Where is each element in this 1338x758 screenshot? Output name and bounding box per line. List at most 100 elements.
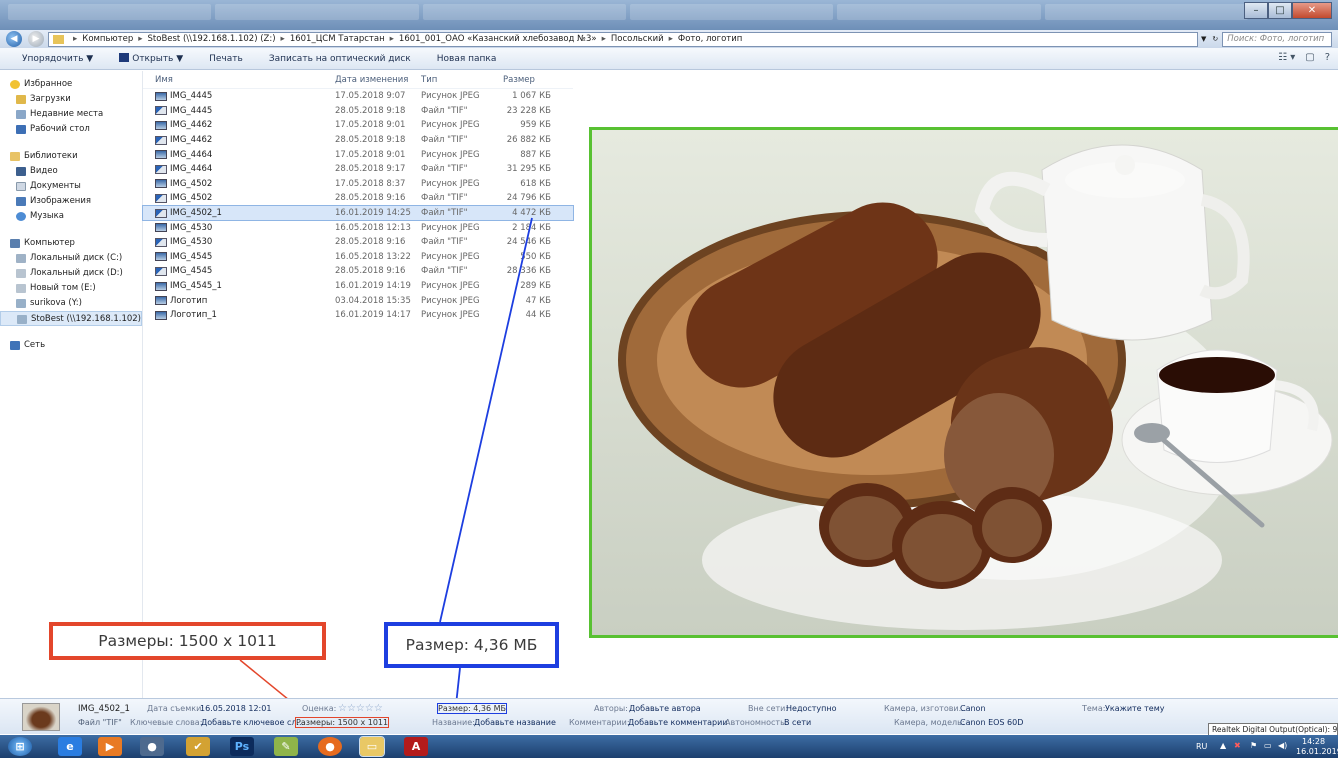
media-player-icon[interactable]: ▶ [98,737,122,756]
breadcrumb-item[interactable]: Компьютер [82,34,133,44]
address-bar[interactable]: ▸ Компьютер ▸ StoBest (\\192.168.1.102) … [48,31,1198,47]
file-row[interactable]: IMG_4545_1 16.01.2019 14:19 Рисунок JPEG 28… [143,279,573,294]
photoshop-icon [119,53,130,62]
preview-pane-icon[interactable]: ▢ [1305,52,1314,63]
antivirus-icon[interactable]: ✖ [1234,741,1241,750]
browser-tab[interactable] [422,4,626,20]
column-header-size[interactable]: Размер [495,75,555,85]
file-row[interactable]: IMG_4502 28.05.2018 9:16 Файл "TIF" 24 796 … [143,191,573,206]
nav-images[interactable]: Изображения [0,194,142,209]
file-size: 2 184 КБ [512,222,551,233]
tray-arrow-icon[interactable]: ▲ [1220,741,1226,750]
file-name-cell: IMG_4445 [143,106,335,116]
maximize-button[interactable]: □ [1268,2,1292,19]
drawing-app-icon[interactable]: ✎ [274,737,298,756]
language-indicator[interactable]: RU [1196,742,1207,751]
refresh-icon[interactable]: ↻ [1212,35,1218,43]
breadcrumb-item[interactable]: StoBest (\\192.168.1.102) (Z:) [148,34,276,44]
organize-button[interactable]: Упорядочить ▼ [22,54,93,64]
nav-network[interactable]: Сеть [0,338,142,353]
nav-label: Загрузки [30,94,71,104]
nav-disk-d[interactable]: Локальный диск (D:) [0,266,142,281]
nav-desktop[interactable]: Рабочий стол [0,122,142,137]
file-name: IMG_4464 [170,149,213,160]
breadcrumb-item[interactable]: 1601_ЦСМ Татарстан [290,34,385,44]
clock-time[interactable]: 14:28 [1302,737,1325,746]
nav-disk-z[interactable]: StoBest (\\192.168.1.102) (Z:) [0,311,142,326]
network-status-icon[interactable]: ▭ [1264,741,1272,750]
breadcrumb-item[interactable]: Фото, логотип [678,34,742,44]
burn-disc-button[interactable]: Записать на оптический диск [269,54,411,64]
photoshop-icon[interactable]: Ps [230,737,254,756]
subject-value[interactable]: Укажите тему [1105,704,1165,713]
rating-stars[interactable]: ☆☆☆☆☆ [338,703,383,714]
file-row[interactable]: IMG_4502 17.05.2018 8:37 Рисунок JPEG 618 К… [143,177,573,192]
tools-icon[interactable]: ✔ [186,737,210,756]
browser-tab[interactable] [837,4,1041,20]
breadcrumb-separator: ▸ [280,34,285,44]
open-button[interactable]: Открыть ▼ [119,53,183,64]
file-row[interactable]: IMG_4445 17.05.2018 9:07 Рисунок JPEG 1 067… [143,89,573,104]
close-button[interactable]: ✕ [1292,2,1332,19]
file-date: 03.04.2018 15:35 [335,295,411,306]
nav-video[interactable]: Видео [0,164,142,179]
file-row[interactable]: IMG_4462 17.05.2018 9:01 Рисунок JPEG 959 К… [143,118,573,133]
nav-computer[interactable]: Компьютер [0,236,142,251]
volume-icon[interactable]: ◀) [1278,741,1287,750]
nav-disk-e[interactable]: Новый том (E:) [0,281,142,296]
title-value[interactable]: Добавьте название [474,718,556,727]
back-arrow-icon[interactable]: ◀ [6,31,22,47]
browser-tab[interactable] [215,4,419,20]
firefox-icon[interactable]: ● [318,737,342,756]
help-icon[interactable]: ? [1325,52,1330,63]
chevron-down-icon[interactable]: ▼ [1201,35,1206,43]
new-folder-button[interactable]: Новая папка [437,54,497,64]
authors-value[interactable]: Добавьте автора [629,704,701,713]
file-row[interactable]: IMG_4464 17.05.2018 9:01 Рисунок JPEG 887 К… [143,147,573,162]
browser-tab[interactable] [8,4,212,20]
print-button[interactable]: Печать [209,54,243,64]
nav-libraries[interactable]: Библиотеки [0,149,142,164]
keywords-value[interactable]: Добавьте ключевое сл... [201,718,304,727]
column-header-type[interactable]: Тип [421,75,495,85]
breadcrumb-item[interactable]: Посольский [611,34,664,44]
file-name: IMG_4530 [170,222,213,233]
nav-music[interactable]: Музыка [0,209,142,224]
file-date: 16.01.2019 14:25 [335,208,411,219]
flag-icon[interactable]: ⚑ [1250,741,1257,750]
comments-value[interactable]: Добавьте комментарии [628,718,728,727]
recent-places-icon [16,110,26,119]
file-row[interactable]: Логотип 03.04.2018 15:35 Рисунок JPEG 47 КБ [143,293,573,308]
internet-explorer-icon[interactable]: e [58,737,82,756]
file-row[interactable]: IMG_4445 28.05.2018 9:18 Файл "TIF" 23 228 … [143,104,573,119]
nav-documents[interactable]: Документы [0,179,142,194]
file-explorer-icon[interactable]: ▭ [359,736,385,757]
column-header-date[interactable]: Дата изменения [335,75,421,85]
star-icon [10,80,20,89]
start-button[interactable]: ⊞ [8,737,32,756]
browser-tab[interactable] [629,4,834,20]
file-row[interactable]: IMG_4530 16.05.2018 12:13 Рисунок JPEG 2 18… [143,220,573,235]
file-row[interactable]: IMG_4502_1 16.01.2019 14:25 Файл "TIF" 4 47… [142,204,574,222]
file-row[interactable]: IMG_4462 28.05.2018 9:18 Файл "TIF" 26 882 … [143,133,573,148]
column-header-name[interactable]: Имя [143,75,335,85]
nav-downloads[interactable]: Загрузки [0,92,142,107]
nav-disk-y[interactable]: surikova (Y:) [0,296,142,311]
browser-tab[interactable] [1044,4,1248,20]
acrobat-icon[interactable]: A [404,737,428,756]
minimize-button[interactable]: – [1244,2,1268,19]
file-row[interactable]: IMG_4545 16.05.2018 13:22 Рисунок JPEG 550 … [143,250,573,265]
breadcrumb-item[interactable]: 1601_001_ОАО «Казанский хлебозавод №3» [399,34,597,44]
file-row[interactable]: IMG_4545 28.05.2018 9:16 Файл "TIF" 28 336 … [143,264,573,279]
file-row[interactable]: IMG_4464 28.05.2018 9:17 Файл "TIF" 31 295 … [143,162,573,177]
nav-disk-c[interactable]: Локальный диск (C:) [0,251,142,266]
view-options-icon[interactable]: ☷ ▾ [1278,52,1295,63]
nav-recent[interactable]: Недавние места [0,107,142,122]
file-row[interactable]: Логотип_1 16.01.2019 14:17 Рисунок JPEG 44 … [143,308,573,323]
clock-date[interactable]: 16.01.2019 [1296,747,1338,756]
file-row[interactable]: IMG_4530 28.05.2018 9:16 Файл "TIF" 24 546 … [143,235,573,250]
search-input[interactable]: Поиск: Фото, логотип [1222,31,1332,47]
forward-arrow-icon[interactable]: ▶ [28,31,44,47]
nav-favorites[interactable]: Избранное [0,77,142,92]
network-tool-icon[interactable]: ● [140,737,164,756]
